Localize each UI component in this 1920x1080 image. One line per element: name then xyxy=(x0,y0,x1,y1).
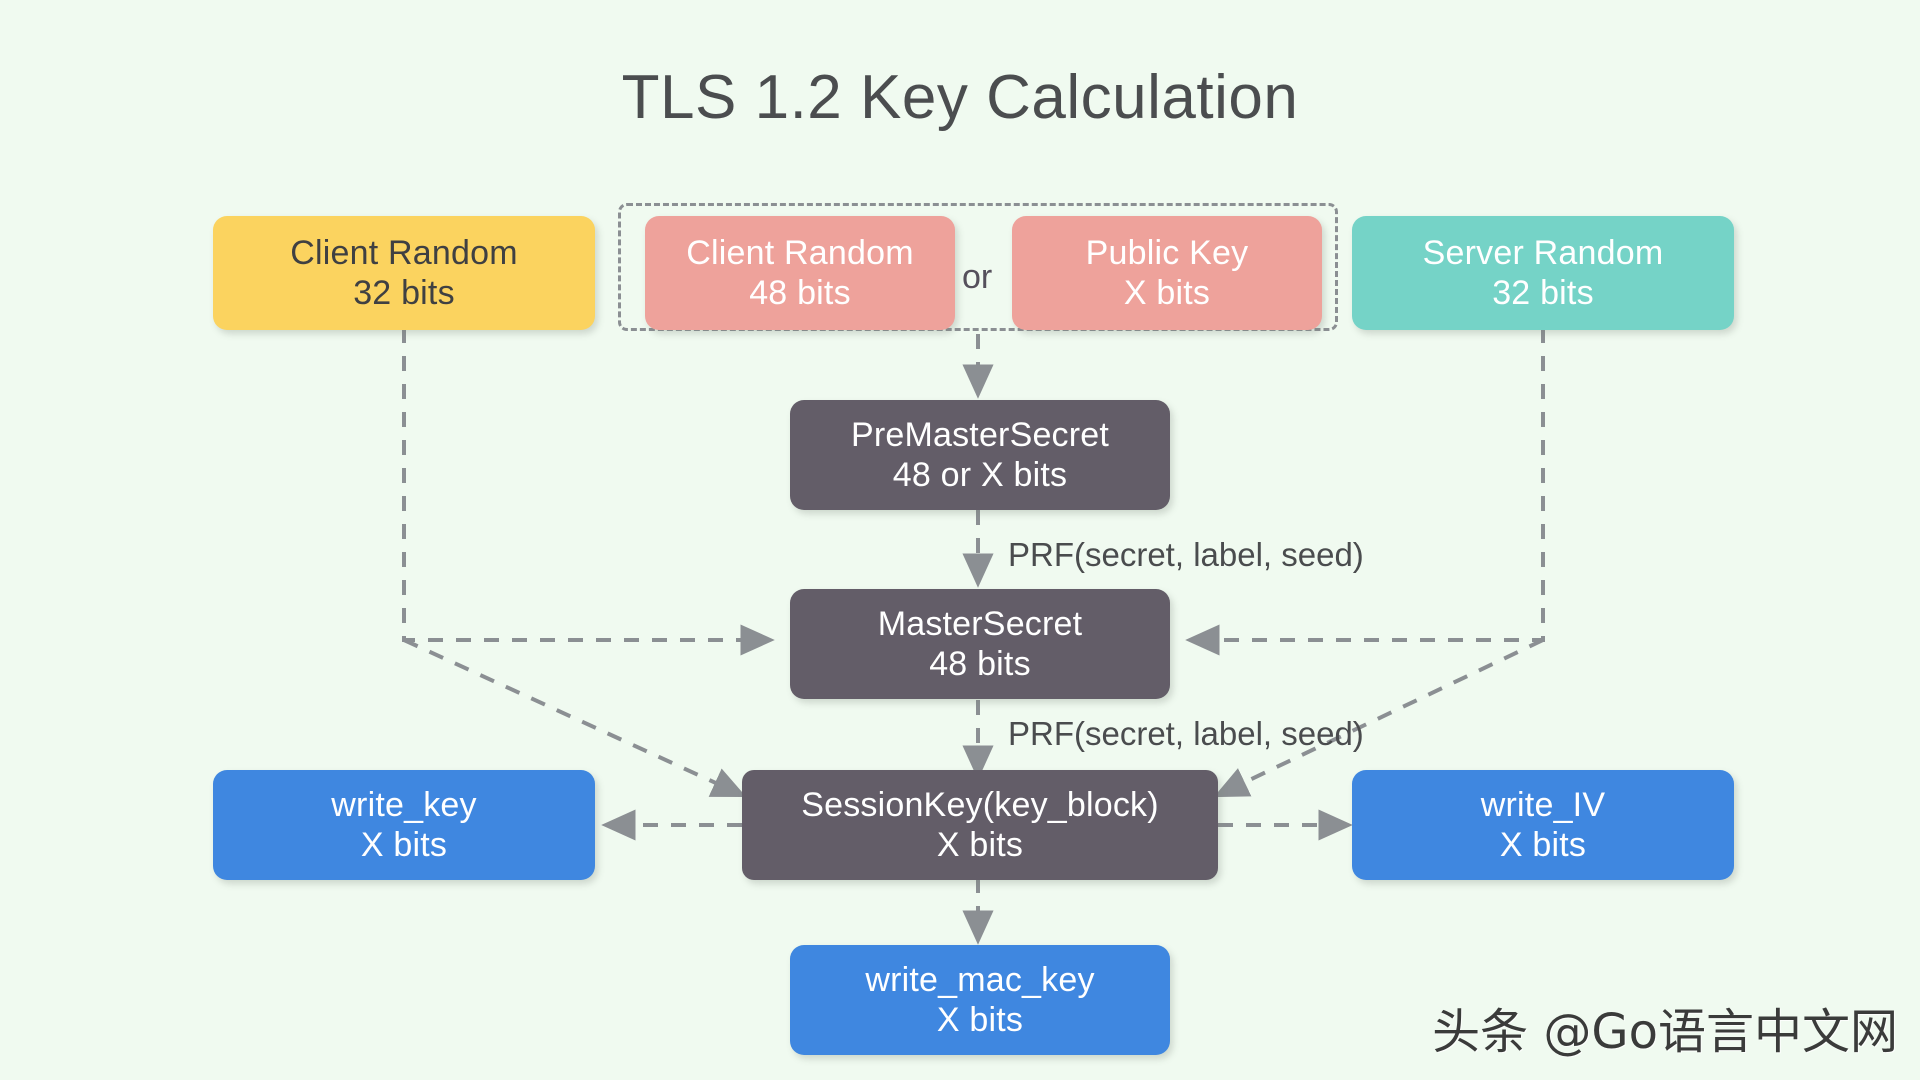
node-label-line2: 48 bits xyxy=(749,274,851,312)
node-premastersecret[interactable]: PreMasterSecret 48 or X bits xyxy=(790,400,1170,510)
node-public-key[interactable]: Public Key X bits xyxy=(1012,216,1322,330)
edge-label-prf-session: PRF(secret, label, seed) xyxy=(1008,715,1364,752)
node-write-key[interactable]: write_key X bits xyxy=(213,770,595,880)
node-label-line2: X bits xyxy=(1499,826,1587,864)
node-label-line1: Client Random xyxy=(290,233,518,272)
node-label-line1: write_key xyxy=(331,785,477,824)
node-label-line1: MasterSecret xyxy=(877,604,1083,643)
node-label-line1: SessionKey(key_block) xyxy=(801,785,1159,824)
node-sessionkey[interactable]: SessionKey(key_block) X bits xyxy=(742,770,1218,880)
node-label-line2: 32 bits xyxy=(353,274,455,312)
node-label-line2: 48 bits xyxy=(929,645,1031,683)
or-separator-label: or xyxy=(962,258,993,296)
node-mastersecret[interactable]: MasterSecret 48 bits xyxy=(790,589,1170,699)
node-label-line1: PreMasterSecret xyxy=(850,415,1110,454)
node-client-random-32[interactable]: Client Random 32 bits xyxy=(213,216,595,330)
node-write-mac-key[interactable]: write_mac_key X bits xyxy=(790,945,1170,1055)
node-label-line1: Client Random xyxy=(686,233,914,272)
node-label-line2: X bits xyxy=(936,1001,1024,1039)
page-title: TLS 1.2 Key Calculation xyxy=(621,63,1299,132)
node-label-line2: 48 or X bits xyxy=(892,456,1068,494)
node-label-line2: X bits xyxy=(936,826,1024,864)
node-label-line2: X bits xyxy=(1123,274,1211,312)
node-client-random-48[interactable]: Client Random 48 bits xyxy=(645,216,955,330)
node-label-line1: write_IV xyxy=(1480,785,1606,824)
node-label-line2: 32 bits xyxy=(1492,274,1594,312)
node-label-line1: Server Random xyxy=(1422,233,1664,272)
node-server-random-32[interactable]: Server Random 32 bits xyxy=(1352,216,1734,330)
node-label-line1: Public Key xyxy=(1085,233,1249,272)
node-write-iv[interactable]: write_IV X bits xyxy=(1352,770,1734,880)
edge-label-prf-master: PRF(secret, label, seed) xyxy=(1008,536,1364,573)
node-label-line1: write_mac_key xyxy=(865,960,1095,999)
diagram-canvas: TLS 1.2 Key Calculation Client Random 32… xyxy=(0,0,1920,1080)
watermark: 头条 @Go语言中文网 xyxy=(1432,1004,1898,1060)
connector-layer xyxy=(402,272,1545,945)
node-label-line2: X bits xyxy=(360,826,448,864)
